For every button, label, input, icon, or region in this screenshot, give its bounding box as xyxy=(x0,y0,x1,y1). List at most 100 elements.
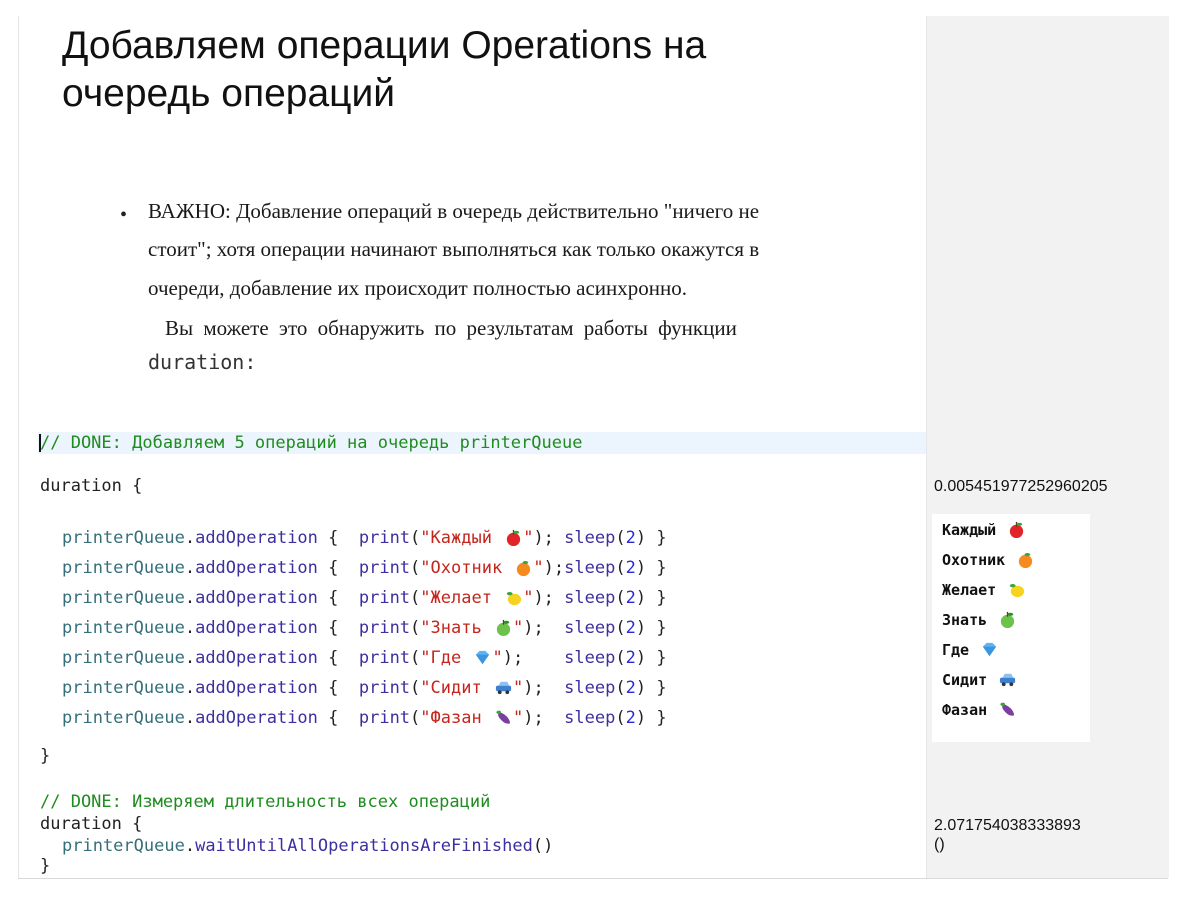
lemon-icon xyxy=(504,588,523,607)
separator: ); xyxy=(533,528,565,548)
string-literal: "Желает xyxy=(420,588,503,608)
string-literal: "Где xyxy=(420,648,472,668)
separator: ); xyxy=(523,708,565,728)
add-operation-line[interactable]: printerQueue.addOperation { print("Фазан… xyxy=(62,707,667,729)
sleep-call: sleep xyxy=(564,588,616,608)
paren-open: ( xyxy=(615,558,626,578)
bullet-marker: • xyxy=(120,204,128,226)
add-operation-line[interactable]: printerQueue.addOperation { print("Сидит… xyxy=(62,677,667,699)
eggplant-icon xyxy=(494,708,513,727)
add-operation-line[interactable]: printerQueue.addOperation { print("Знать… xyxy=(62,617,667,639)
green-apple-icon xyxy=(494,618,513,637)
receiver: printerQueue xyxy=(62,618,185,638)
paren-open: ( xyxy=(410,528,421,548)
receiver: printerQueue xyxy=(62,648,185,668)
code-comment-measure[interactable]: // DONE: Измеряем длительность всех опер… xyxy=(40,791,490,813)
lemon-icon xyxy=(1007,580,1026,599)
brace-open: { xyxy=(317,678,359,698)
method-name: addOperation xyxy=(195,678,318,698)
closing: ) } xyxy=(635,588,667,608)
console-text: Где xyxy=(942,641,979,659)
method-name: addOperation xyxy=(195,588,318,608)
sleep-call: sleep xyxy=(564,528,616,548)
receiver: printerQueue xyxy=(62,708,185,728)
separator: ); xyxy=(523,678,565,698)
brace-open: { xyxy=(317,558,359,578)
method-name: addOperation xyxy=(195,528,318,548)
closing: ) } xyxy=(635,708,667,728)
brace-open: { xyxy=(317,618,359,638)
dot: . xyxy=(184,648,196,668)
add-operation-line[interactable]: printerQueue.addOperation { print("Кажды… xyxy=(62,527,667,549)
results-sidebar xyxy=(926,16,1169,878)
closing: ) } xyxy=(635,558,667,578)
parens: () xyxy=(532,836,554,856)
add-operation-line[interactable]: printerQueue.addOperation { print("Желае… xyxy=(62,587,667,609)
console-line: Каждый xyxy=(942,520,1026,539)
receiver: printerQueue xyxy=(62,558,185,578)
dot: . xyxy=(184,678,196,698)
separator: ); xyxy=(543,558,565,578)
green-apple-icon xyxy=(998,610,1017,629)
sleep-arg: 2 xyxy=(625,678,636,698)
dot: . xyxy=(184,588,196,608)
console-text: Знать xyxy=(942,611,997,629)
separator: ); xyxy=(533,588,565,608)
console-output[interactable]: Каждый Охотник Желает Знать Где Сидит Фа… xyxy=(932,514,1090,742)
eggplant-icon xyxy=(998,700,1017,719)
print-call: print xyxy=(358,708,411,728)
receiver: printerQueue xyxy=(62,836,185,856)
paren-open: ( xyxy=(615,678,626,698)
result-first-duration[interactable]: 0.005451977252960205 xyxy=(934,478,1108,496)
string-end: " xyxy=(492,648,503,668)
console-line: Где xyxy=(942,640,999,659)
code-comment-add[interactable]: // DONE: Добавляем 5 операций на очередь… xyxy=(40,432,582,454)
dot: . xyxy=(184,836,196,856)
code-duration-open[interactable]: duration { xyxy=(40,475,142,497)
result-unit[interactable]: () xyxy=(934,836,945,854)
sleep-arg: 2 xyxy=(625,588,636,608)
sleep-call: sleep xyxy=(564,558,616,578)
paren-open: ( xyxy=(615,588,626,608)
code-close-brace-2[interactable]: } xyxy=(40,855,50,877)
string-literal: "Знать xyxy=(420,618,492,638)
bullet-line-4: Вы можете это обнаружить по результатам … xyxy=(165,316,737,340)
add-operation-line[interactable]: printerQueue.addOperation { print("Охотн… xyxy=(62,557,667,579)
console-text: Желает xyxy=(942,581,1006,599)
add-operation-line[interactable]: printerQueue.addOperation { print("Где "… xyxy=(62,647,667,669)
colon: : xyxy=(244,350,257,374)
receiver: printerQueue xyxy=(62,528,185,548)
result-second-duration[interactable]: 2.071754038333893 xyxy=(934,817,1081,835)
paren-open: ( xyxy=(410,678,421,698)
console-text: Охотник xyxy=(942,551,1015,569)
paren-open: ( xyxy=(410,588,421,608)
brace-open: { xyxy=(317,528,359,548)
sleep-arg: 2 xyxy=(625,558,636,578)
blue-diamond-icon xyxy=(980,640,999,659)
code-close-brace[interactable]: } xyxy=(40,745,50,767)
paren-open: ( xyxy=(615,618,626,638)
method-name: addOperation xyxy=(195,558,318,578)
string-literal: "Охотник xyxy=(420,558,513,578)
red-apple-icon xyxy=(504,528,523,547)
closing: ) } xyxy=(635,618,667,638)
receiver: printerQueue xyxy=(62,588,185,608)
brace-open: { xyxy=(317,708,359,728)
closing: ) } xyxy=(635,648,667,668)
tangerine-icon xyxy=(1016,550,1035,569)
sleep-call: sleep xyxy=(564,618,616,638)
sleep-arg: 2 xyxy=(625,528,636,548)
title-line-2: очередь операций xyxy=(62,72,396,115)
sleep-call: sleep xyxy=(564,648,616,668)
paren-open: ( xyxy=(410,708,421,728)
string-end: " xyxy=(533,558,544,578)
code-duration-open-2[interactable]: duration { xyxy=(40,813,142,835)
receiver: printerQueue xyxy=(62,678,185,698)
code-wait-line[interactable]: printerQueue.waitUntilAllOperationsAreFi… xyxy=(62,835,553,857)
string-literal: "Фазан xyxy=(420,708,492,728)
paren-open: ( xyxy=(615,708,626,728)
method-name: addOperation xyxy=(195,618,318,638)
bullet-line-5: duration: xyxy=(148,350,256,375)
paren-open: ( xyxy=(410,618,421,638)
wait-method: waitUntilAllOperationsAreFinished xyxy=(195,836,533,856)
